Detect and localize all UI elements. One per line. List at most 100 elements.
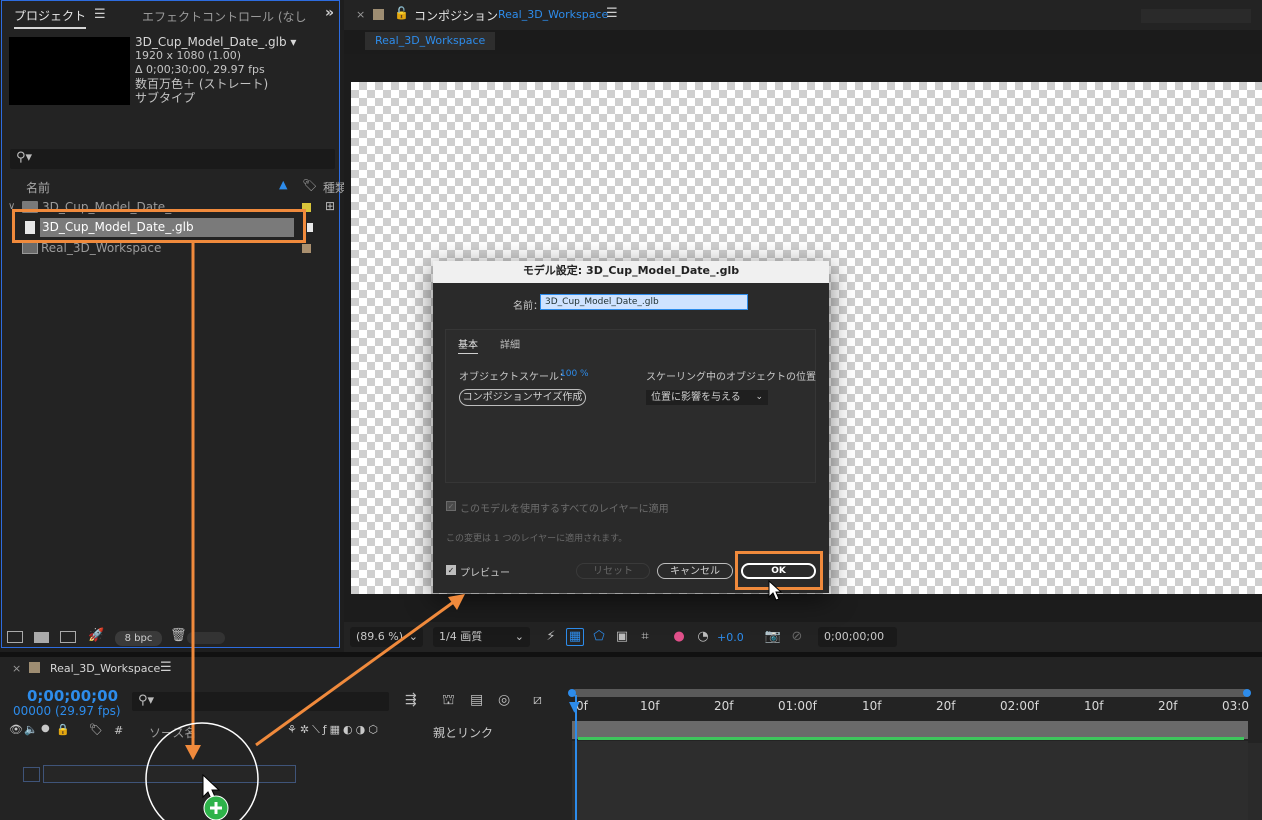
exposure-value[interactable]: +0.0 [717, 631, 744, 644]
position-select[interactable]: 位置に影響を与える ⌄ [646, 390, 768, 405]
column-name-header[interactable]: 名前 [26, 179, 50, 196]
preview-checkbox[interactable]: ✓ [446, 565, 456, 575]
timecode-field[interactable]: 0;00;00;00 [818, 627, 897, 647]
eye-icon[interactable]: 👁 [9, 723, 23, 736]
frame-count: 00000 (29.97 fps) [13, 704, 121, 718]
scale-value[interactable]: 100 % [560, 369, 589, 379]
show-snapshot-icon[interactable]: ⊘ [788, 628, 806, 646]
item-duration: Δ 0;00;30;00, 29.97 fps [135, 63, 265, 76]
graph-editor-icon[interactable]: ⧄ [533, 692, 542, 708]
resolution-dropdown[interactable]: 1/4 画質 ⌄ [433, 627, 530, 647]
search-icon: ⚲▾ [138, 693, 155, 708]
timeline-tracks[interactable] [572, 741, 1248, 820]
ruler-tick-label: 10f [1084, 699, 1104, 713]
comp-flowchart-icon[interactable]: ⇶ [405, 692, 417, 708]
new-folder-icon[interactable] [34, 632, 49, 643]
layer-drop-target[interactable] [43, 765, 296, 783]
timeline-search-input[interactable]: ⚲▾ [132, 692, 389, 711]
timeline-panel: × Real_3D_Workspace ☰ 0;00;00;00 00000 (… [0, 657, 1262, 820]
interpret-footage-icon[interactable] [7, 631, 23, 643]
lock-icon[interactable]: 🔓 [394, 6, 409, 20]
model-settings-dialog: モデル設定: 3D_Cup_Model_Date_.glb 名前： 基本 詳細 … [433, 261, 829, 593]
time-ruler[interactable]: 0f 10f 20f 01:00f 10f 20f 02:00f 10f 20f… [572, 697, 1262, 719]
label-color-swatch [29, 662, 40, 673]
lock-icon[interactable]: 🔒 [56, 723, 70, 736]
work-area-bar[interactable] [572, 689, 1248, 697]
project-panel: プロジェクト ☰ エフェクトコントロール (なし » 3D_Cup_Model_… [1, 0, 347, 648]
sort-ascending-icon[interactable]: ▲ [279, 178, 287, 191]
cursor-arrow-icon [768, 580, 783, 601]
timeline-tab[interactable]: Real_3D_Workspace [50, 662, 160, 675]
camera-snapshot-icon[interactable]: 📷 [764, 628, 782, 646]
item-info: 3D_Cup_Model_Date_.glb ▾ 1920 x 1080 (1.… [135, 35, 296, 105]
trash-icon[interactable]: 🗑 [170, 628, 187, 643]
close-icon[interactable]: × [356, 8, 365, 21]
tab-basic[interactable]: 基本 [458, 336, 478, 354]
comp-panel-name[interactable]: Real_3D_Workspace [498, 8, 608, 21]
fit-to-comp-button[interactable]: コンポジションサイズ作成 [459, 389, 586, 406]
project-search-input[interactable]: ⚲▾ [10, 149, 335, 169]
panel-menu-icon[interactable]: ☰ [160, 660, 172, 675]
label-tag-icon[interactable]: 🏷 [89, 723, 103, 736]
playhead-handle[interactable]: ▼ [569, 699, 580, 715]
tab-effect-controls[interactable]: エフェクトコントロール (なし [142, 8, 307, 25]
search-icon: ⚲▾ [16, 150, 33, 165]
cancel-button[interactable]: キャンセル [657, 563, 733, 579]
label-color-swatch [373, 9, 384, 20]
tab-detail[interactable]: 詳細 [500, 336, 520, 351]
project-column-header: 名前 ▲ 🏷 種類 [10, 177, 347, 197]
label-color-swatch[interactable] [302, 244, 311, 253]
zoom-dropdown[interactable]: (89.6 %) ⌄ [350, 627, 423, 647]
panel-search-field[interactable] [1141, 9, 1251, 23]
shy-layers-icon[interactable]: ⛫ [442, 692, 455, 710]
ruler-tick-label: 10f [640, 699, 660, 713]
grid-guides-icon[interactable]: ⌗ [636, 628, 654, 646]
color-management-icon[interactable]: ◔ [694, 628, 712, 646]
label-tag-icon[interactable]: 🏷 [302, 178, 317, 192]
tab-project[interactable]: プロジェクト [14, 7, 87, 29]
preview-label: プレビュー [460, 568, 510, 579]
panel-menu-icon[interactable]: ☰ [606, 6, 618, 21]
panel-overflow-icon[interactable]: » [325, 5, 334, 21]
column-source-name[interactable]: ソース名 [149, 724, 196, 741]
chevron-down-icon: ⌄ [755, 392, 763, 402]
panel-menu-icon[interactable]: ☰ [94, 7, 106, 22]
motion-blur-icon[interactable]: ◎ [498, 692, 510, 708]
position-select-value: 位置に影響を与える [651, 392, 741, 403]
item-name[interactable]: 3D_Cup_Model_Date_.glb ▾ [135, 35, 296, 49]
render-queue-icon[interactable]: 🚀 [88, 628, 104, 643]
audio-icon[interactable]: 🔈 [24, 723, 38, 736]
label-color-swatch[interactable] [307, 223, 313, 232]
apply-note: この変更は 1 つのレイヤーに適用されます。 [446, 534, 628, 544]
apply-all-label: このモデルを使用するすべてのレイヤーに適用 [460, 504, 669, 515]
viewer-toolbar: (89.6 %) ⌄ 1/4 画質 ⌄ ⚡ ▦ ⬠ ▣ ⌗ ● ◔ +0.0 📷 ⊘… [344, 624, 1262, 650]
breadcrumb-comp[interactable]: Real_3D_Workspace [365, 32, 496, 50]
layer-drop-marker [23, 767, 40, 782]
scrollbar[interactable] [187, 632, 225, 644]
new-composition-icon[interactable] [60, 631, 76, 643]
highlight-box [12, 209, 306, 243]
column-parent-link[interactable]: 親とリンク [433, 724, 493, 741]
close-icon[interactable]: × [12, 662, 21, 675]
region-of-interest-icon[interactable]: ▣ [613, 628, 631, 646]
bpc-button[interactable]: 8 bpc [115, 631, 162, 646]
current-time-display[interactable]: 0;00;00;00 [27, 687, 118, 705]
flowchart-icon[interactable]: ⊞ [325, 199, 335, 213]
transparency-grid-icon[interactable]: ▦ [566, 628, 584, 646]
composition-tabbar: × 🔓 コンポジション Real_3D_Workspace ☰ [344, 0, 1262, 30]
chevron-down-icon: ⌄ [514, 630, 524, 643]
frame-blending-icon[interactable]: ▤ [470, 692, 483, 708]
project-footer: 🚀 8 bpc 🗑 [2, 628, 339, 647]
settings-group: 基本 詳細 オブジェクトスケール： 100 % スケーリング中のオブジェクトの位… [445, 329, 816, 483]
work-area-end-handle[interactable] [1243, 689, 1251, 697]
layer-switches-icons[interactable]: ⚘✲⟍ƒ▦◐◑⬡ [287, 723, 381, 737]
apply-all-checkbox[interactable]: ✓ [446, 501, 456, 511]
model-name-input[interactable] [540, 294, 748, 310]
reset-button[interactable]: リセット [576, 563, 650, 579]
viewer-timecode: 0;00;00;00 [824, 630, 885, 643]
mask-visibility-icon[interactable]: ⬠ [590, 628, 608, 646]
fast-previews-icon[interactable]: ⚡ [542, 628, 560, 646]
solo-icon[interactable]: ● [41, 723, 50, 734]
scrollbar[interactable] [1248, 743, 1262, 820]
color-channels-icon[interactable]: ● [670, 628, 688, 646]
